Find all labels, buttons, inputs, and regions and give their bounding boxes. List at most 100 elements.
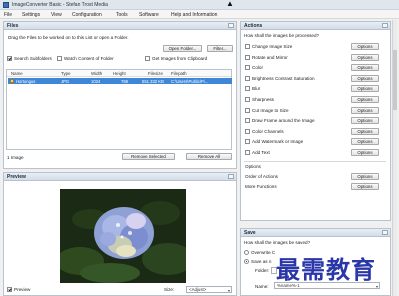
column-filesize[interactable]: Filesize	[148, 71, 163, 76]
preview-panel-title: Preview	[7, 174, 26, 180]
menu-software[interactable]: Software	[139, 12, 159, 18]
preview-image	[60, 189, 186, 283]
action-checkbox[interactable]	[245, 150, 250, 155]
more-options-button[interactable]: Options	[351, 183, 379, 190]
action-checkbox[interactable]	[245, 86, 250, 92]
menu-settings[interactable]: Settings	[22, 12, 40, 18]
save-panel-title: Save	[244, 230, 256, 236]
app-icon	[3, 2, 9, 8]
column-filepath[interactable]: Filepath	[171, 71, 187, 76]
more-functions-label: More Functions	[245, 184, 277, 189]
collapse-icon[interactable]	[228, 174, 234, 179]
right-scrollbar[interactable]	[392, 20, 397, 296]
files-hint: Drag the Files to be worked on to this L…	[8, 35, 129, 40]
action-options-button[interactable]: Options	[351, 53, 379, 61]
column-type[interactable]: Type	[61, 71, 71, 76]
order-of-actions-label: Order of Actions	[245, 174, 278, 179]
action-checkbox[interactable]	[245, 107, 250, 113]
action-options-button[interactable]: Options	[351, 74, 379, 82]
action-options-button[interactable]: Options	[351, 64, 379, 72]
action-options-button[interactable]: Options	[351, 127, 379, 135]
collapse-icon[interactable]	[382, 230, 388, 235]
action-label: Color Channels	[252, 128, 284, 134]
action-label: Blur	[252, 86, 261, 92]
title-bar: ImageConverter Basic - Stefan Trost Medi…	[0, 0, 399, 10]
clipboard-checkbox[interactable]	[145, 56, 150, 61]
menu-tools[interactable]: Tools	[116, 12, 128, 18]
chevron-down-icon: ▾	[227, 288, 230, 293]
collapse-icon[interactable]	[382, 23, 388, 28]
column-width[interactable]: Width	[91, 71, 102, 76]
file-list-header: Name Type Width Height Filesize Filepath	[7, 70, 231, 77]
action-label: Add Watermark or Image	[252, 139, 304, 145]
row-width: 1024	[91, 79, 101, 84]
order-options-button[interactable]: Options	[351, 173, 379, 180]
action-checkbox[interactable]	[245, 97, 250, 102]
save-as-radio[interactable]	[244, 259, 249, 264]
actions-question: How shall the images be processed?	[244, 33, 320, 38]
menu-view[interactable]: View	[51, 12, 62, 18]
size-label: Size:	[164, 287, 175, 292]
file-list[interactable]: Name Type Width Height Filesize Filepath…	[6, 69, 232, 150]
action-options-button[interactable]: Options	[351, 149, 379, 156]
clipboard-label: Get Images from Clipboard	[152, 56, 208, 61]
menu-file[interactable]: File	[4, 12, 12, 18]
save-panel-header: Save	[241, 229, 390, 237]
action-label: Add Text	[252, 150, 270, 155]
action-label: Rotate and Mirror	[252, 54, 288, 60]
row-filesize: 551.332 KB	[142, 79, 164, 84]
preview-label: Preview	[14, 287, 31, 292]
action-label: Brightness Contrast Saturation	[252, 75, 315, 81]
action-checkbox[interactable]	[245, 65, 250, 71]
action-options-button[interactable]: Options	[351, 96, 379, 103]
scrollbar-thumb[interactable]	[393, 50, 397, 110]
action-checkbox[interactable]	[245, 139, 250, 145]
action-label: Change Image Size	[252, 44, 293, 49]
action-label: Draw Frame around the Image	[252, 118, 315, 124]
action-options-button[interactable]: Options	[351, 106, 379, 114]
watch-folder-label: Watch Content of Folder	[64, 56, 114, 61]
hydrangea-photo	[60, 189, 186, 283]
files-panel-header: Files	[4, 22, 236, 30]
search-subfolders-checkbox[interactable]	[7, 56, 12, 61]
size-select[interactable]: <Adjust> ▾	[186, 286, 232, 293]
column-name[interactable]: Name	[11, 71, 23, 76]
action-label: Cut Image to Size	[252, 107, 289, 113]
preview-panel-header: Preview	[4, 173, 236, 181]
watch-folder-checkbox[interactable]	[57, 56, 62, 61]
filter-button[interactable]: Filter...	[207, 45, 233, 52]
window-title: ImageConverter Basic - Stefan Trost Medi…	[12, 2, 108, 8]
menu-help[interactable]: Help and Information	[171, 12, 217, 18]
action-options-button[interactable]: Options	[351, 117, 379, 125]
remove-selected-button[interactable]: Remove Selected	[122, 153, 175, 160]
action-options-button[interactable]: Options	[351, 138, 379, 146]
watermark-text: 最需教育	[276, 255, 376, 284]
row-filepath: C:\Users\Public\Pi...	[171, 79, 209, 84]
action-checkbox[interactable]	[245, 128, 250, 134]
menu-configuration[interactable]: Configuration	[72, 12, 102, 18]
row-name: Hortungus	[16, 79, 36, 84]
action-options-button[interactable]: Options	[351, 43, 379, 50]
row-type: JPG	[61, 79, 70, 84]
name-label: Name:	[255, 284, 269, 289]
column-height[interactable]: Height	[113, 71, 126, 76]
remove-all-button[interactable]: Remove All	[186, 153, 232, 160]
folder-label: Folder:	[255, 268, 270, 273]
divider	[244, 161, 386, 162]
action-checkbox[interactable]	[245, 54, 250, 60]
open-folder-button[interactable]: Open Folder...	[163, 45, 202, 52]
action-checkbox[interactable]	[245, 75, 250, 81]
menu-bar: File Settings View Configuration Tools S…	[0, 10, 399, 19]
action-checkbox[interactable]	[245, 118, 250, 124]
action-options-button[interactable]: Options	[351, 85, 379, 93]
size-select-value: <Adjust>	[189, 287, 207, 292]
options-section-label: Options	[245, 164, 261, 169]
save-question: How shall the images be saved?	[244, 240, 311, 245]
overwrite-radio[interactable]	[244, 250, 249, 255]
overwrite-label: Overwrite C	[251, 250, 276, 255]
collapse-icon[interactable]	[228, 23, 234, 28]
preview-checkbox[interactable]	[7, 287, 12, 292]
action-checkbox[interactable]	[245, 44, 250, 49]
chevron-down-icon: ▾	[375, 284, 378, 289]
table-row[interactable]: Hortungus JPG 1024 768 551.332 KB C:\Use…	[8, 78, 232, 84]
